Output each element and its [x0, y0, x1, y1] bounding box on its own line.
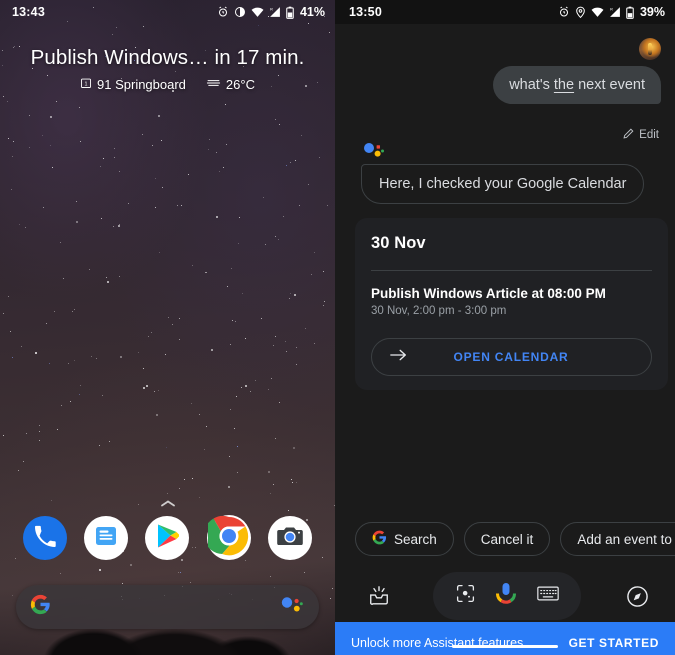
google-search-bar[interactable] — [16, 585, 319, 629]
get-started-button[interactable]: GET STARTED — [569, 636, 659, 650]
glance-title: Publish Windows… in 17 min. — [30, 46, 305, 69]
android-home-screen: 13:43 R 41% Publish Windows… in 17 min. … — [0, 0, 335, 655]
google-assistant-screen: 13:50 R 39% what's the next event Edit H… — [335, 0, 675, 655]
google-mic-icon[interactable] — [496, 582, 517, 611]
event-subtitle: 30 Nov, 2:00 pm - 3:00 pm — [371, 305, 507, 317]
chip-add-event[interactable]: Add an event to my — [560, 522, 675, 556]
chip-cancel-it[interactable]: Cancel it — [463, 522, 551, 556]
status-icons: R 41% — [217, 5, 325, 19]
user-query-row: what's the next event — [493, 66, 661, 104]
phone-icon — [33, 524, 57, 553]
assistant-battery-percent: 39% — [639, 5, 665, 19]
location-icon — [575, 6, 586, 18]
assistant-promo-banner[interactable]: Unlock more Assistant features GET START… — [335, 622, 675, 655]
svg-text:R: R — [610, 7, 613, 11]
haze-icon — [206, 77, 221, 92]
wifi-icon — [591, 6, 604, 18]
assistant-navbar — [335, 572, 675, 620]
assistant-status-icons: R 39% — [558, 5, 665, 19]
play-store-icon — [155, 523, 180, 554]
assistant-reply-bubble: Here, I checked your Google Calendar — [361, 164, 645, 204]
assistant-reply-row: Here, I checked your Google Calendar — [361, 164, 645, 204]
avatar[interactable] — [639, 38, 661, 60]
assistant-dots-icon — [363, 142, 385, 160]
suggestion-chips: Search Cancel it Add an event to my — [355, 522, 675, 556]
chip-label: Search — [394, 531, 437, 547]
battery-icon — [286, 6, 294, 19]
arrow-right-icon — [390, 348, 407, 367]
query-prefix: what's — [509, 77, 554, 93]
dock-item-chrome[interactable] — [203, 514, 251, 562]
assistant-conversation: what's the next event Edit Here, I check… — [335, 24, 675, 655]
query-underlined: the — [553, 77, 575, 93]
pencil-icon — [623, 128, 634, 142]
camera-icon — [277, 524, 304, 553]
chip-label: Cancel it — [480, 531, 534, 547]
dock-item-camera[interactable] — [268, 516, 313, 560]
chip-search[interactable]: Search — [355, 522, 454, 556]
glance-subtitle: 1 91 Springboard 26°C — [0, 77, 335, 92]
glance-temperature: 26°C — [225, 77, 255, 92]
card-divider — [371, 270, 652, 271]
battery-icon — [626, 6, 634, 19]
calendar-icon: 1 — [80, 77, 92, 92]
assistant-input-pill — [433, 572, 581, 620]
event-title: Publish Windows Article at 08:00 PM — [371, 286, 606, 301]
home-status-bar: 13:43 R 41% — [0, 0, 335, 24]
glance-calendar-text: 91 Springboard — [97, 77, 186, 92]
wifi-icon — [251, 6, 264, 18]
battery-percent: 41% — [299, 5, 325, 19]
assistant-dots-icon[interactable] — [279, 595, 305, 620]
google-g-icon — [30, 594, 51, 620]
card-date: 30 Nov — [371, 234, 426, 252]
open-calendar-label: OPEN CALENDAR — [453, 350, 569, 364]
user-query-bubble[interactable]: what's the next event — [493, 66, 661, 104]
open-calendar-button[interactable]: OPEN CALENDAR — [371, 338, 652, 376]
dock-item-messages[interactable] — [84, 516, 129, 560]
dock-item-play-store[interactable] — [145, 516, 190, 560]
messages-icon — [93, 523, 119, 554]
dock-item-phone[interactable] — [22, 516, 67, 560]
edit-label: Edit — [639, 129, 659, 141]
assistant-status-bar: 13:50 R 39% — [335, 0, 675, 24]
dnd-icon — [234, 6, 246, 18]
gesture-navigation-bar[interactable] — [452, 645, 558, 648]
signal-icon: R — [269, 6, 281, 18]
chip-label: Add an event to my — [577, 531, 675, 547]
at-a-glance-widget[interactable]: Publish Windows… in 17 min. 1 91 Springb… — [0, 46, 335, 92]
snapshot-inbox-icon[interactable] — [363, 580, 395, 612]
edit-query-button[interactable]: Edit — [623, 128, 659, 142]
google-g-icon — [372, 530, 387, 548]
alarm-icon — [558, 6, 570, 18]
signal-icon: R — [609, 6, 621, 18]
dual-screenshot: 13:43 R 41% Publish Windows… in 17 min. … — [0, 0, 675, 655]
status-clock: 13:43 — [12, 5, 45, 19]
chrome-icon — [203, 514, 250, 562]
keyboard-icon[interactable] — [537, 585, 559, 607]
lens-icon[interactable] — [455, 583, 476, 609]
home-dock — [0, 514, 335, 562]
alarm-icon — [217, 6, 229, 18]
assistant-status-clock: 13:50 — [349, 5, 382, 19]
app-drawer-handle[interactable] — [0, 495, 335, 513]
explore-compass-icon[interactable] — [621, 580, 653, 612]
calendar-event-card: 30 Nov Publish Windows Article at 08:00 … — [355, 218, 668, 390]
svg-text:1: 1 — [85, 81, 88, 87]
svg-text:R: R — [270, 7, 273, 11]
query-suffix: next event — [574, 77, 645, 93]
